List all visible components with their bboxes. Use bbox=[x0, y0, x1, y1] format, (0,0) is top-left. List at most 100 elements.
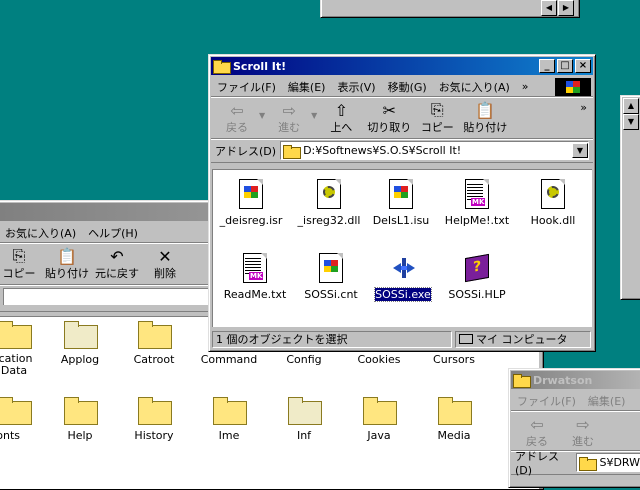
file-item[interactable]: _isreg32.dll bbox=[291, 178, 367, 227]
window-title: Scroll It! bbox=[233, 59, 287, 73]
windows-logo-icon bbox=[555, 78, 591, 96]
folder-icon bbox=[288, 397, 322, 425]
folder-icon bbox=[363, 397, 397, 425]
back-button[interactable]: ⇦ 戻る bbox=[217, 101, 257, 135]
horizontal-scrollbar[interactable] bbox=[345, 1, 541, 15]
scroll-it-address-bar: アドレス(D) D:¥Softnews¥S.O.S¥Scroll It! ▼ bbox=[211, 139, 593, 163]
up-button[interactable]: ⇧ 上へ bbox=[321, 101, 361, 135]
folder-icon bbox=[138, 321, 172, 349]
right-partial-window: ▲ ▼ bbox=[620, 95, 640, 300]
scroll-it-menubar: ファイル(F) 編集(E) 表示(V) 移動(G) お気に入り(A) » bbox=[211, 77, 593, 97]
paste-icon: 📋 bbox=[475, 100, 496, 120]
file-item[interactable]: SOSSi.HLP bbox=[439, 252, 515, 301]
scroll-it-file-area: _deisreg.isr _isreg32.dll DeIsL1.isu MK … bbox=[212, 169, 592, 327]
folder-item[interactable]: Applog bbox=[44, 321, 116, 366]
back-dropdown-icon[interactable]: ▼ bbox=[259, 111, 265, 120]
history-folder-icon bbox=[138, 397, 172, 425]
copy-button[interactable]: ⎘ コピー bbox=[0, 246, 39, 281]
up-folder-icon: ⇧ bbox=[334, 100, 349, 120]
file-item[interactable]: MK ReadMe.txt bbox=[217, 252, 293, 301]
close-button[interactable]: × bbox=[575, 59, 591, 73]
minimize-button[interactable]: _ bbox=[539, 59, 555, 73]
installer-icon bbox=[315, 252, 347, 284]
text-file-icon: MK bbox=[239, 252, 271, 284]
folder-item[interactable]: Help bbox=[44, 397, 116, 442]
menu-go[interactable]: 移動(G) bbox=[388, 79, 427, 95]
maximize-button[interactable]: □ bbox=[557, 59, 573, 73]
scroll-it-toolbar: ⇦ 戻る ▼ ⇨ 進む ▼ ⇧ 上へ ✂ 切り取り ⎘ コピー 📋 貼り付け » bbox=[211, 97, 593, 139]
file-item[interactable]: Hook.dll bbox=[515, 178, 591, 227]
back-arrow-icon: ⇦ bbox=[530, 414, 544, 434]
file-item[interactable]: _deisreg.isr bbox=[213, 178, 289, 227]
drwatson-window: Drwatson ファイル(F) 編集(E) ⇦ 戻る ⇨ 進む アドレス(D) S… bbox=[508, 368, 640, 488]
file-item[interactable]: MK HelpMe!.txt bbox=[439, 178, 515, 227]
delete-button[interactable]: ✕ 削除 bbox=[145, 247, 185, 281]
drwatson-address-bar: アドレス(D) S¥DRW bbox=[511, 450, 640, 477]
help-book-icon bbox=[461, 252, 493, 284]
folder-item[interactable]: Inf bbox=[268, 397, 340, 442]
menu-edit[interactable]: 編集(E) bbox=[588, 393, 626, 409]
back-button[interactable]: ⇦ 戻る bbox=[517, 415, 557, 449]
menu-file[interactable]: ファイル(F) bbox=[517, 393, 576, 409]
folder-item[interactable]: Ime bbox=[193, 397, 265, 442]
copy-button[interactable]: ⎘ コピー bbox=[417, 100, 457, 135]
drwatson-titlebar[interactable]: Drwatson bbox=[511, 371, 640, 389]
forward-dropdown-icon[interactable]: ▼ bbox=[311, 111, 317, 120]
menu-favorites[interactable]: お気に入り(A) bbox=[5, 225, 76, 241]
status-selection-text: 1 個のオブジェクトを選択 bbox=[212, 330, 452, 348]
cut-icon: ✂ bbox=[382, 100, 397, 120]
dll-gear-icon bbox=[313, 178, 345, 210]
dll-gear-icon bbox=[537, 178, 569, 210]
menu-favorites[interactable]: お気に入り(A) bbox=[439, 79, 510, 95]
folder-item[interactable]: Media bbox=[418, 397, 490, 442]
delete-icon: ✕ bbox=[158, 246, 172, 266]
address-field[interactable]: S¥DRW bbox=[576, 453, 640, 472]
paste-icon: 📋 bbox=[57, 246, 77, 266]
folder-icon bbox=[579, 456, 598, 471]
folder-item[interactable]: Catroot bbox=[118, 321, 190, 366]
copy-icon: ⎘ bbox=[12, 246, 26, 265]
folder-item[interactable]: ication Data bbox=[0, 321, 50, 377]
paste-button[interactable]: 📋 貼り付け bbox=[45, 247, 89, 281]
folder-icon bbox=[213, 60, 231, 74]
top-partial-window: ◀ ▶ bbox=[320, 0, 580, 18]
drwatson-menubar: ファイル(F) 編集(E) bbox=[511, 391, 640, 411]
forward-button[interactable]: ⇨ 進む bbox=[563, 415, 603, 449]
undo-button[interactable]: ↶ 元に戻す bbox=[95, 247, 139, 281]
scroll-down-button[interactable]: ▼ bbox=[623, 114, 639, 130]
installer-icon bbox=[385, 178, 417, 210]
menu-view[interactable]: 表示(V) bbox=[337, 79, 375, 95]
folder-icon bbox=[64, 397, 98, 425]
address-field[interactable]: D:¥Softnews¥S.O.S¥Scroll It! ▼ bbox=[280, 141, 589, 160]
folder-icon bbox=[438, 397, 472, 425]
window-title: Drwatson bbox=[533, 373, 593, 387]
scroll-it-titlebar[interactable]: Scroll It! _ □ × bbox=[211, 57, 593, 75]
file-item[interactable]: DeIsL1.isu bbox=[363, 178, 439, 227]
menu-edit[interactable]: 編集(E) bbox=[288, 79, 326, 95]
folder-item[interactable]: Java bbox=[343, 397, 415, 442]
scroll-right-button[interactable]: ▶ bbox=[558, 0, 574, 16]
scroll-up-button[interactable]: ▲ bbox=[623, 98, 639, 114]
folder-icon bbox=[0, 397, 32, 425]
toolbar-more-icon[interactable]: » bbox=[580, 101, 587, 114]
folder-icon bbox=[213, 397, 247, 425]
forward-arrow-icon: ⇨ bbox=[576, 414, 590, 434]
scroll-it-window: Scroll It! _ □ × ファイル(F) 編集(E) 表示(V) 移動(… bbox=[208, 54, 596, 352]
my-computer-icon bbox=[459, 334, 473, 344]
address-dropdown-button[interactable]: ▼ bbox=[572, 143, 588, 158]
forward-arrow-icon: ⇨ bbox=[282, 100, 296, 120]
forward-button[interactable]: ⇨ 進む bbox=[269, 101, 309, 135]
text-file-icon: MK bbox=[461, 178, 493, 210]
folder-item[interactable]: History bbox=[118, 397, 190, 442]
menu-help[interactable]: ヘルプ(H) bbox=[88, 225, 138, 241]
back-arrow-icon: ⇦ bbox=[230, 100, 244, 120]
address-label: アドレス(D) bbox=[515, 450, 559, 477]
file-item-selected[interactable]: SOSSi.exe bbox=[365, 252, 441, 302]
scroll-left-button[interactable]: ◀ bbox=[541, 0, 557, 16]
folder-item[interactable]: onts bbox=[0, 397, 50, 442]
paste-button[interactable]: 📋 貼り付け bbox=[463, 101, 507, 135]
cut-button[interactable]: ✂ 切り取り bbox=[367, 101, 411, 135]
menu-file[interactable]: ファイル(F) bbox=[217, 79, 276, 95]
file-item[interactable]: SOSSi.cnt bbox=[293, 252, 369, 301]
menu-more[interactable]: » bbox=[522, 80, 529, 93]
